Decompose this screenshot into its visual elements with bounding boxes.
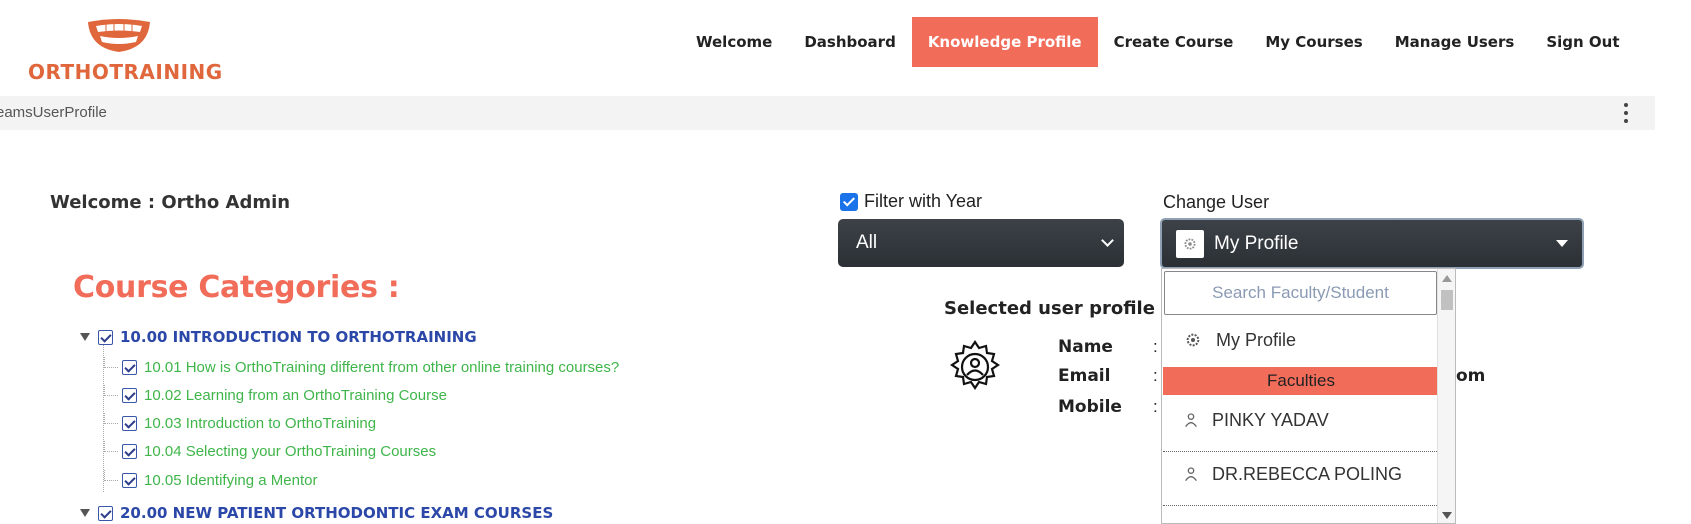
nav-welcome[interactable]: Welcome [680, 17, 788, 67]
app-header: ORTHOTRAINING Welcome Dashboard Knowledg… [0, 0, 1691, 92]
caret-down-icon [1556, 240, 1568, 247]
profile-name-label: Name [1058, 337, 1113, 357]
collapse-toggle-icon[interactable] [80, 509, 90, 517]
tree-item[interactable]: 10.02 Learning from an OrthoTraining Cou… [104, 384, 447, 406]
smile-logo-icon [88, 19, 150, 52]
tree-checkbox[interactable] [122, 359, 137, 375]
scroll-up-icon[interactable] [1442, 275, 1452, 282]
dropdown-option-faculty[interactable]: PINKY YADAV [1162, 405, 1439, 435]
profile-gear-icon [1176, 229, 1204, 258]
filter-year-label: Filter with Year [864, 191, 983, 211]
nav-my-courses[interactable]: My Courses [1249, 17, 1378, 67]
tree-checkbox[interactable] [98, 329, 113, 345]
user-icon [1182, 465, 1200, 483]
brand-logo[interactable]: ORTHOTRAINING [26, 18, 222, 84]
profile-mobile-label: Mobile [1058, 397, 1122, 417]
dropdown-option-label: My Profile [1216, 329, 1297, 350]
tree-checkbox[interactable] [122, 415, 137, 431]
nav-sign-out[interactable]: Sign Out [1530, 17, 1635, 67]
breadcrumb: eamsUserProfile [0, 104, 107, 121]
profile-name-colon: : [1153, 337, 1158, 356]
tree-item[interactable]: 10.01 How is OrthoTraining different fro… [104, 356, 619, 378]
tree-item-label[interactable]: 10.01 How is OrthoTraining different fro… [144, 359, 619, 376]
tree-group-20[interactable]: 20.00 NEW PATIENT ORTHODONTIC EXAM COURS… [80, 502, 553, 524]
tree-item-label[interactable]: 10.03 Introduction to OrthoTraining [144, 415, 376, 432]
breadcrumb-bar: eamsUserProfile [0, 96, 1655, 130]
profile-mobile-colon: : [1153, 397, 1158, 416]
collapse-toggle-icon[interactable] [80, 333, 90, 341]
nav-create-course[interactable]: Create Course [1098, 17, 1250, 67]
nav-manage-users[interactable]: Manage Users [1379, 17, 1531, 67]
tree-group-label[interactable]: 10.00 INTRODUCTION TO ORTHOTRAINING [120, 328, 477, 346]
tree-group-label[interactable]: 20.00 NEW PATIENT ORTHODONTIC EXAM COURS… [120, 504, 553, 522]
gear-icon [1184, 331, 1202, 349]
profile-email-label: Email [1058, 366, 1111, 386]
dropdown-divider [1163, 451, 1439, 452]
user-gear-icon [950, 340, 1000, 390]
dropdown-option-label: PINKY YADAV [1212, 409, 1329, 430]
tree-item-label[interactable]: 10.02 Learning from an OrthoTraining Cou… [144, 387, 447, 404]
dropdown-option-faculty[interactable]: DR.REBECCA POLING [1162, 459, 1439, 489]
change-user-value: My Profile [1214, 232, 1299, 254]
user-icon [1182, 411, 1200, 429]
more-options-icon[interactable] [1616, 101, 1636, 125]
change-user-select[interactable]: My Profile [1160, 218, 1584, 269]
dropdown-group-faculties: Faculties [1163, 367, 1439, 395]
change-user-dropdown: Search Faculty/Student My Profile Facult… [1161, 268, 1456, 524]
brand-name: ORTHOTRAINING [28, 60, 223, 84]
change-user-label: Change User [1163, 192, 1270, 212]
course-category-tree: 10.00 INTRODUCTION TO ORTHOTRAINING 10.0… [80, 326, 780, 524]
tree-item[interactable]: 10.04 Selecting your OrthoTraining Cours… [104, 440, 436, 462]
chevron-down-icon [1101, 234, 1114, 247]
dropdown-option-label: DR.REBECCA POLING [1212, 463, 1403, 484]
tree-checkbox[interactable] [98, 505, 113, 521]
nav-knowledge-profile[interactable]: Knowledge Profile [911, 17, 1098, 67]
tree-item[interactable]: 10.05 Identifying a Mentor [104, 469, 317, 491]
tree-group-10[interactable]: 10.00 INTRODUCTION TO ORTHOTRAINING [80, 326, 477, 348]
search-faculty-student-input[interactable]: Search Faculty/Student [1164, 271, 1437, 315]
nav-dashboard[interactable]: Dashboard [788, 17, 911, 67]
tree-checkbox[interactable] [122, 387, 137, 403]
profile-email-colon: : [1153, 366, 1158, 385]
dropdown-scrollbar[interactable] [1437, 269, 1455, 523]
year-select[interactable]: All [838, 219, 1124, 267]
year-select-value: All [856, 232, 878, 253]
scroll-thumb[interactable] [1441, 290, 1453, 310]
dropdown-option-my-profile[interactable]: My Profile [1162, 325, 1439, 355]
main-nav: Welcome Dashboard Knowledge Profile Crea… [680, 17, 1636, 67]
tree-item-label[interactable]: 10.05 Identifying a Mentor [144, 472, 317, 489]
course-categories-title: Course Categories : [73, 270, 400, 305]
filter-with-year[interactable]: Filter with Year [840, 191, 982, 212]
profile-email-value: om [1456, 366, 1486, 386]
filter-year-checkbox[interactable] [840, 192, 858, 211]
tree-checkbox[interactable] [122, 443, 137, 459]
dropdown-divider [1163, 505, 1439, 506]
tree-item[interactable]: 10.03 Introduction to OrthoTraining [104, 412, 376, 434]
selected-profile-title: Selected user profile [944, 298, 1155, 319]
scroll-down-icon[interactable] [1442, 512, 1452, 519]
welcome-message: Welcome : Ortho Admin [50, 192, 291, 213]
tree-item-label[interactable]: 10.04 Selecting your OrthoTraining Cours… [144, 443, 436, 460]
tree-checkbox[interactable] [122, 472, 137, 488]
